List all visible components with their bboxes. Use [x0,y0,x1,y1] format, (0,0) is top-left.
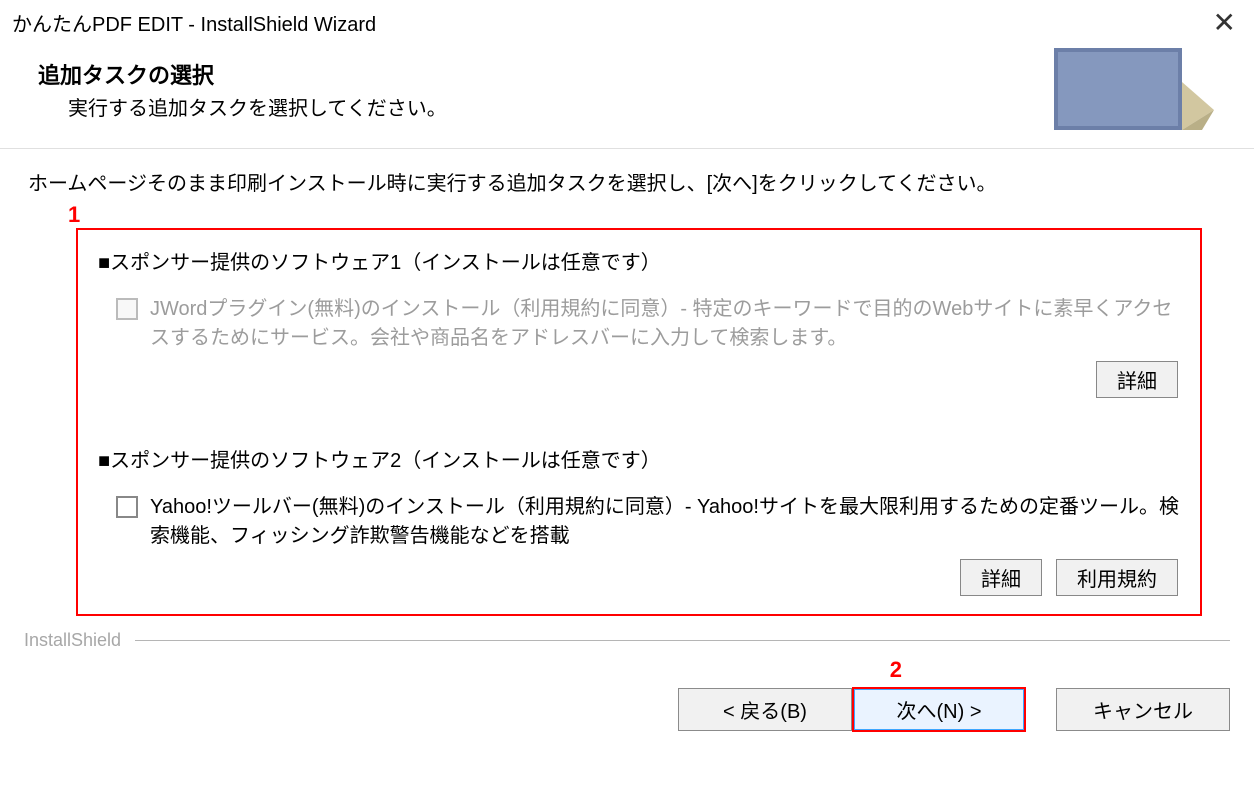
nav-button-row: < 戻る(B) 次へ(N) > キャンセル [0,683,1254,742]
next-button[interactable]: 次へ(N) > [852,687,1026,732]
footer-brand: InstallShield [24,630,121,651]
titlebar: かんたんPDF EDIT - InstallShield Wizard ✕ [0,0,1254,46]
annotation-1: 1 [68,202,1226,228]
body-area: ホームページそのまま印刷インストール時に実行する追加タスクを選択し、[次へ]をク… [0,148,1254,620]
installer-graphic [1054,48,1214,138]
body-description: ホームページそのまま印刷インストール時に実行する追加タスクを選択し、[次へ]をク… [28,167,1226,196]
page-title: 追加タスクの選択 [38,58,1054,90]
cancel-button[interactable]: キャンセル [1056,688,1230,731]
section2-checkbox[interactable] [116,496,138,518]
section2-option-text: Yahoo!ツールバー(無料)のインストール（利用規約に同意）- Yahoo!サ… [150,493,1180,551]
section2-title: ■スポンサー提供のソフトウェア2（インストールは任意です） [98,444,1180,473]
footer-separator: InstallShield [0,630,1254,651]
section1-detail-button[interactable]: 詳細 [1096,361,1178,398]
highlighted-options-box: ■スポンサー提供のソフトウェア1（インストールは任意です） JWordプラグイン… [76,228,1202,616]
back-button[interactable]: < 戻る(B) [678,688,852,731]
window-title: かんたんPDF EDIT - InstallShield Wizard [12,8,376,37]
section1-checkbox[interactable] [116,298,138,320]
section1-title: ■スポンサー提供のソフトウェア1（インストールは任意です） [98,246,1180,275]
annotation-2: 2 [0,657,902,683]
section2-tos-button[interactable]: 利用規約 [1056,559,1178,596]
header-area: 追加タスクの選択 実行する追加タスクを選択してください。 [0,46,1254,148]
page-subtitle: 実行する追加タスクを選択してください。 [68,92,1054,121]
close-icon[interactable]: ✕ [1207,9,1242,37]
section1-option-text: JWordプラグイン(無料)のインストール（利用規約に同意）- 特定のキーワード… [150,295,1180,353]
section2-detail-button[interactable]: 詳細 [960,559,1042,596]
divider [135,640,1230,641]
